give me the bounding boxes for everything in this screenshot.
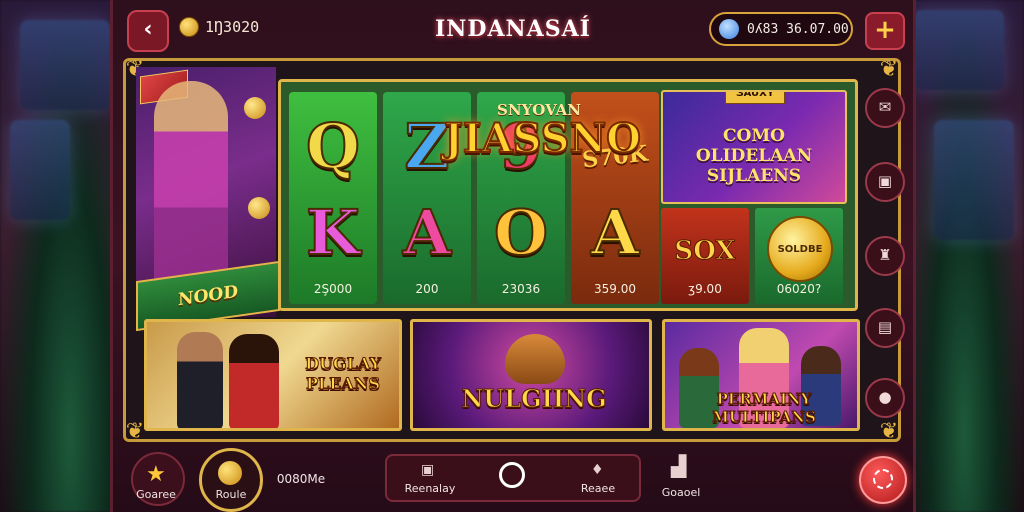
character-figure	[177, 332, 223, 428]
rewards-tab[interactable]: ♦ Reaee	[563, 460, 633, 496]
game-card-1[interactable]: DUGLAY PLEANS	[144, 319, 402, 431]
slot-machine-bg	[10, 120, 70, 220]
slot-symbol-bottom: O	[493, 195, 549, 270]
slot-amount: 2Ş000	[313, 282, 353, 296]
hero-banner-label: NOOD	[178, 281, 238, 311]
promo-card[interactable]: ƷAUXY COMO OLIDELAAN SIJLAENS	[661, 90, 847, 204]
chat-icon: ✉	[878, 98, 892, 116]
slot-reel-1[interactable]: Q K 2Ş000	[289, 92, 377, 304]
settings-button[interactable]: ●	[865, 378, 905, 418]
background-right	[904, 0, 1024, 512]
coin-icon	[248, 197, 270, 219]
top-bar: ‹ 1Ŋ3020 INDANASAÍ 0ʎ83 36.07.00 +	[113, 0, 913, 62]
promo-title: COMO OLIDELAAN SIJLAENS	[695, 126, 813, 186]
slot-symbol-bottom: K	[305, 195, 361, 270]
ornament-icon: ❦	[879, 419, 899, 444]
balance-display[interactable]: 0ʎ83 36.07.00	[709, 12, 853, 46]
chat-button[interactable]: ✉	[865, 88, 905, 128]
ornament-icon: ❦	[879, 57, 899, 82]
add-funds-button[interactable]: +	[865, 12, 905, 50]
game-title: PERMAINY MULTIPANS	[712, 390, 817, 427]
bonus-amount: 06020?	[776, 282, 822, 296]
bonus-coin: SOLDBE	[767, 216, 833, 282]
casino-chip-button[interactable]	[859, 456, 907, 504]
trophy-button[interactable]: ♜	[865, 236, 905, 276]
slot-symbol-bottom: A	[590, 195, 640, 270]
gift-icon: ▣	[877, 172, 893, 190]
game-title: NULGIING	[461, 384, 607, 414]
game-title: DUGLAY PLEANS	[305, 354, 382, 394]
slot-amount: 23036	[501, 282, 541, 296]
mascot-figure	[505, 334, 565, 384]
events-label: Goaoel	[661, 486, 701, 499]
sox-label: SOX	[674, 236, 736, 267]
star-icon: ★	[146, 462, 166, 487]
logo-title: JIASSNO	[443, 115, 642, 162]
ticket-icon: ▟	[671, 454, 687, 478]
spin-icon	[499, 462, 525, 488]
sox-tile[interactable]: SOX ʒ9.00	[661, 208, 749, 304]
slot-machine-bg	[914, 10, 1004, 90]
gem-icon	[719, 19, 739, 39]
plus-icon: +	[874, 15, 896, 45]
rewards-label: Reaee	[580, 482, 616, 495]
settings-icon: ●	[878, 388, 892, 406]
character-figure	[229, 334, 279, 428]
casino-chip-icon	[873, 469, 893, 489]
history-icon: ▣	[421, 462, 435, 478]
coin-icon	[218, 461, 242, 485]
promo-tag: ƷAUXY	[725, 92, 785, 104]
game-card-2[interactable]: NULGIING	[410, 319, 652, 431]
slot-machine-bg	[934, 120, 1014, 240]
bonus-tile[interactable]: SOLDBE 06020?	[755, 208, 843, 304]
balance-value: 0ʎ83 36.07.00	[747, 21, 849, 37]
nav-group: ▣ Reenalay ♦ Reaee	[385, 454, 641, 502]
bottom-nav: ★ Goaree Roule 0080Me ▣ Reenalay ♦ Reaee…	[113, 444, 913, 512]
home-label: Roule	[215, 488, 247, 501]
slot-symbol-bottom: A	[402, 195, 452, 270]
home-value: 0080Me	[276, 472, 326, 486]
game-logo: SNYOVAN JIASSNO	[443, 101, 642, 181]
spin-tab[interactable]	[493, 458, 533, 496]
gift-button[interactable]: ▣	[865, 162, 905, 202]
lobby-panel: ❦ ❦ ❦ ❦ NOOD Q K 2Ş000 Z A 200 9 O 23036…	[123, 57, 901, 444]
slot-machine-bg	[20, 20, 110, 110]
events-tab[interactable]: ▟ Goaoel	[651, 454, 711, 500]
history-label: Reenalay	[404, 482, 456, 495]
home-button[interactable]	[199, 448, 263, 512]
coin-icon	[244, 97, 266, 119]
calendar-icon: ▤	[877, 318, 893, 336]
app-window: ‹ 1Ŋ3020 INDANASAÍ 0ʎ83 36.07.00 + ❦ ❦ ❦…	[110, 0, 916, 512]
history-tab[interactable]: ▣ Reenalay	[395, 460, 465, 496]
trophy-icon: ♜	[878, 246, 892, 264]
slot-symbol-top: Q	[305, 109, 361, 184]
slot-amount: 359.00	[594, 282, 636, 296]
calendar-button[interactable]: ▤	[865, 308, 905, 348]
rewards-icon: ♦	[591, 462, 604, 478]
favorites-label: Goaree	[136, 488, 176, 501]
slot-amount: 200	[415, 282, 439, 296]
sox-amount: ʒ9.00	[688, 282, 722, 296]
game-card-3[interactable]: PERMAINY MULTIPANS	[662, 319, 860, 431]
